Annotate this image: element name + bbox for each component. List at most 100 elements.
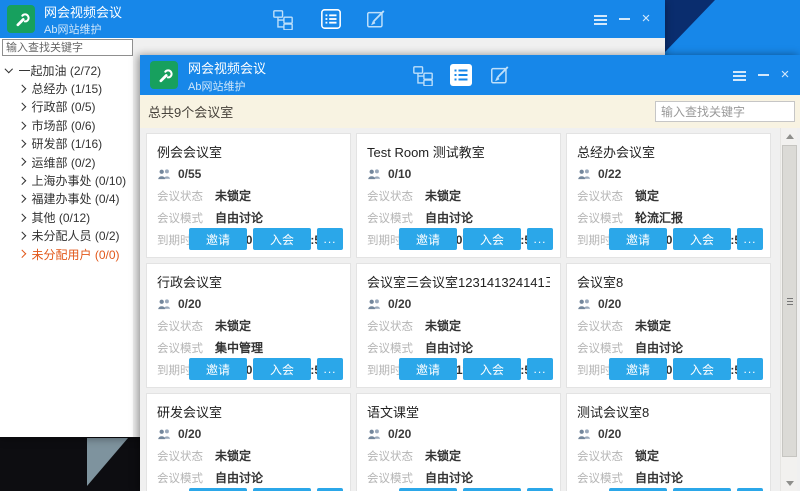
close-icon[interactable]: × (777, 68, 793, 82)
room-card: 会议室三会议室123141324141三会... 0/20 会议状态未锁定 会议… (356, 263, 561, 388)
tree-item[interactable]: 上海办事处 (0/10) (0, 171, 140, 189)
chevron-right-icon (18, 121, 26, 129)
chevron-right-icon (18, 158, 26, 166)
fg-window-subtitle: Ab网站维护 (188, 78, 245, 94)
mode-value: 自由讨论 (215, 469, 263, 486)
fg-titlebar[interactable]: 网会视频会议 Ab网站维护 (140, 55, 800, 95)
tree-item-label: 未分配用户 (0/0) (32, 246, 120, 263)
org-tree: 一起加油 (2/72) 总经办 (1/15)行政部 (0/5)市场部 (0/6)… (0, 61, 140, 263)
status-value: 未锁定 (425, 447, 461, 464)
room-name: 研发会议室 (157, 402, 340, 421)
join-button[interactable]: 入会 (673, 228, 731, 250)
more-button[interactable]: ... (317, 228, 343, 250)
room-search-input[interactable] (655, 101, 795, 122)
tree-item-root[interactable]: 一起加油 (2/72) (0, 61, 140, 79)
member-count: 0/20 (598, 297, 621, 311)
menu-icon[interactable] (731, 69, 747, 86)
tree-item[interactable]: 行政部 (0/5) (0, 98, 140, 116)
chevron-right-icon (18, 213, 26, 221)
status-value: 未锁定 (635, 317, 671, 334)
mode-label: 会议模式 (157, 340, 215, 356)
tree-item[interactable]: 市场部 (0/6) (0, 116, 140, 134)
tree-item[interactable]: 研发部 (1/16) (0, 135, 140, 153)
desktop-wallpaper (665, 0, 800, 55)
join-button[interactable]: 入会 (463, 228, 521, 250)
room-card: 行政会议室 0/20 会议状态未锁定 会议模式集中管理 到期时间2023-01-… (146, 263, 351, 388)
minimize-icon[interactable] (616, 12, 632, 26)
compose-icon[interactable] (365, 8, 387, 35)
room-card: 研发会议室 0/20 会议状态未锁定 会议模式自由讨论 到期时间2022-01-… (146, 393, 351, 491)
org-chart-icon[interactable] (412, 64, 434, 91)
join-button[interactable]: 入会 (673, 358, 731, 380)
more-button[interactable]: ... (527, 228, 553, 250)
rooms-content: 例会会议室 0/55 会议状态未锁定 会议模式自由讨论 到期时间2028-01-… (140, 128, 800, 491)
chevron-right-icon (18, 140, 26, 148)
room-name: 会议室8 (577, 272, 760, 291)
more-button[interactable]: ... (737, 228, 763, 250)
room-name: 行政会议室 (157, 272, 340, 291)
tree-item-label: 一起加油 (2/72) (19, 62, 102, 79)
mode-value: 自由讨论 (425, 209, 473, 226)
org-chart-icon[interactable] (272, 8, 294, 35)
invite-button[interactable]: 邀请 (399, 228, 457, 250)
tree-item-label: 总经办 (1/15) (32, 80, 103, 97)
tree-item[interactable]: 其他 (0/12) (0, 208, 140, 226)
close-icon[interactable]: × (638, 12, 654, 26)
status-label: 会议状态 (577, 188, 635, 204)
mode-label: 会议模式 (157, 210, 215, 226)
menu-icon[interactable] (592, 13, 608, 30)
tree-item[interactable]: 未分配人员 (0/2) (0, 227, 140, 245)
mode-label: 会议模式 (577, 210, 635, 226)
tree-item-label: 未分配人员 (0/2) (32, 227, 120, 244)
invite-button[interactable]: 邀请 (189, 228, 247, 250)
room-name: 会议室三会议室123141324141三会... (367, 272, 550, 291)
status-value: 锁定 (635, 447, 659, 464)
wallpaper-navy-triangle (665, 0, 715, 52)
member-count: 0/20 (598, 427, 621, 441)
member-count: 0/55 (178, 167, 201, 181)
status-value: 未锁定 (215, 317, 251, 334)
members-icon (367, 168, 382, 180)
more-button[interactable]: ... (737, 358, 763, 380)
invite-button[interactable]: 邀请 (609, 358, 667, 380)
member-count: 0/22 (598, 167, 621, 181)
minimize-icon[interactable] (755, 68, 771, 82)
room-name: 测试会议室8 (577, 402, 760, 421)
scrollbar-down-arrow[interactable] (781, 475, 798, 491)
status-value: 未锁定 (425, 187, 461, 204)
room-card: 会议室8 0/20 会议状态未锁定 会议模式自由讨论 到期时间2022-01-2… (566, 263, 771, 388)
mode-value: 自由讨论 (635, 339, 683, 356)
room-list-icon-active[interactable] (449, 63, 473, 92)
invite-button[interactable]: 邀请 (399, 358, 457, 380)
tree-item[interactable]: 福建办事处 (0/4) (0, 190, 140, 208)
meeting-rooms-window: 网会视频会议 Ab网站维护 (140, 55, 800, 491)
mode-label: 会议模式 (367, 340, 425, 356)
scrollbar-thumb[interactable] (782, 145, 797, 457)
room-name: Test Room 测试教室 (367, 142, 550, 161)
members-icon (577, 298, 592, 310)
scrollbar[interactable] (780, 128, 797, 491)
invite-button[interactable]: 邀请 (189, 358, 247, 380)
scrollbar-up-arrow[interactable] (781, 128, 798, 144)
mode-label: 会议模式 (577, 470, 635, 486)
status-label: 会议状态 (157, 188, 215, 204)
room-list-icon[interactable] (320, 8, 342, 35)
chevron-right-icon (18, 177, 26, 185)
mode-value: 集中管理 (215, 339, 263, 356)
app-wrench-icon (150, 61, 178, 89)
tree-item[interactable]: 总经办 (1/15) (0, 79, 140, 97)
join-button[interactable]: 入会 (463, 358, 521, 380)
chevron-right-icon (18, 195, 26, 203)
more-button[interactable]: ... (527, 358, 553, 380)
compose-icon[interactable] (489, 64, 511, 91)
tree-item[interactable]: 运维部 (0/2) (0, 153, 140, 171)
more-button[interactable]: ... (317, 358, 343, 380)
join-button[interactable]: 入会 (253, 358, 311, 380)
bg-titlebar[interactable]: 网会视频会议 Ab网站维护 (0, 0, 665, 38)
contact-search-input[interactable] (2, 39, 133, 56)
tree-item[interactable]: 未分配用户 (0/0) (0, 245, 140, 263)
invite-button[interactable]: 邀请 (609, 228, 667, 250)
room-name: 语文课堂 (367, 402, 550, 421)
tree-item-label: 研发部 (1/16) (32, 135, 103, 152)
join-button[interactable]: 入会 (253, 228, 311, 250)
